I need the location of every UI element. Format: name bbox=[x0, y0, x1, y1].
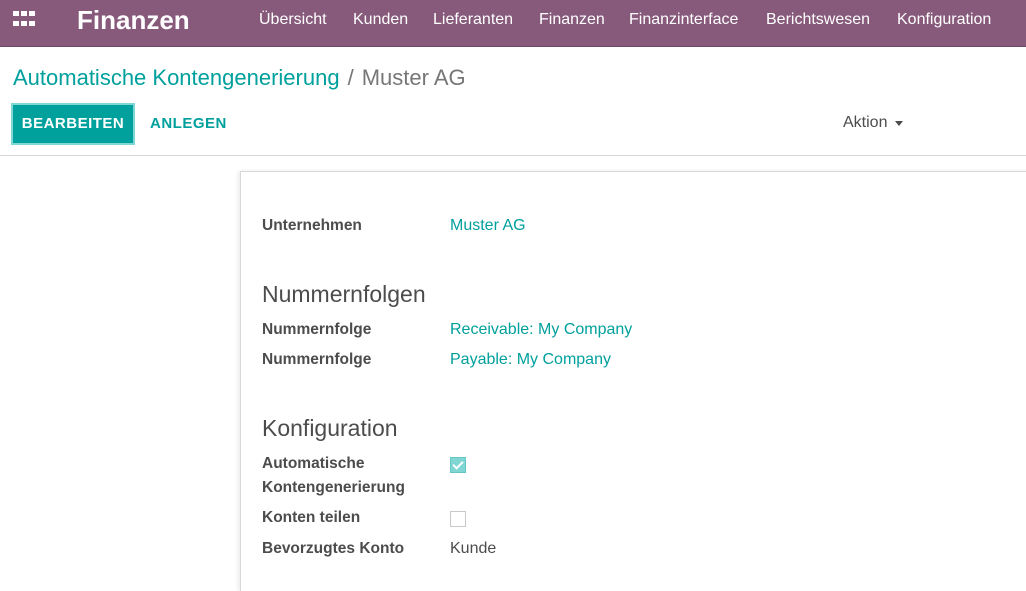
menu-item-berichtswesen[interactable]: Berichtswesen bbox=[766, 0, 870, 40]
menu-item-konfiguration[interactable]: Konfiguration bbox=[897, 0, 991, 40]
breadcrumb: Automatische Kontengenerierung / Muster AG bbox=[13, 63, 466, 93]
share-accounts-label: Konten teilen bbox=[262, 509, 361, 526]
action-dropdown[interactable]: Aktion bbox=[843, 110, 904, 136]
sequence-payable-link[interactable]: Payable: My Company bbox=[450, 348, 611, 372]
auto-generation-label-line2: Kontengenerierung bbox=[262, 479, 405, 496]
preferred-account-label: Bevorzugtes Konto bbox=[262, 540, 405, 557]
menu-item-kunden[interactable]: Kunden bbox=[353, 0, 408, 40]
caret-down-icon bbox=[895, 120, 904, 126]
company-label: Unternehmen bbox=[262, 217, 362, 234]
share-accounts-checkbox[interactable] bbox=[450, 511, 466, 527]
sequence-label: Nummernfolge bbox=[262, 351, 372, 368]
breadcrumb-current: Muster AG bbox=[361, 65, 466, 90]
breadcrumb-parent-link[interactable]: Automatische Kontengenerierung bbox=[13, 65, 340, 90]
action-dropdown-label: Aktion bbox=[843, 114, 888, 131]
menu-item-finanzen[interactable]: Finanzen bbox=[539, 0, 605, 40]
edit-button[interactable]: BEARBEITEN bbox=[11, 103, 135, 145]
app-brand-title: Finanzen bbox=[77, 5, 190, 35]
configuration-group-title: Konfiguration bbox=[262, 415, 398, 441]
auto-generation-checkbox[interactable] bbox=[450, 457, 466, 473]
sequences-group-title: Nummernfolgen bbox=[262, 281, 426, 307]
breadcrumb-separator: / bbox=[347, 65, 354, 90]
auto-generation-label-line1: Automatische bbox=[262, 455, 365, 472]
create-button[interactable]: ANLEGEN bbox=[150, 103, 227, 145]
menu-item-lieferanten[interactable]: Lieferanten bbox=[433, 0, 513, 40]
control-panel: Automatische Kontengenerierung / Muster AG… bbox=[0, 48, 1026, 156]
menu-item-uebersicht[interactable]: Übersicht bbox=[259, 0, 327, 40]
company-value-link[interactable]: Muster AG bbox=[450, 214, 526, 238]
top-navbar: Finanzen Übersicht Kunden Lieferanten Fi… bbox=[0, 0, 1026, 47]
sequence-label: Nummernfolge bbox=[262, 321, 372, 338]
apps-grid-icon[interactable] bbox=[13, 11, 35, 29]
sequence-receivable-link[interactable]: Receivable: My Company bbox=[450, 318, 632, 342]
menu-item-finanzinterface[interactable]: Finanzinterface bbox=[629, 0, 738, 40]
preferred-account-value: Kunde bbox=[450, 540, 497, 557]
